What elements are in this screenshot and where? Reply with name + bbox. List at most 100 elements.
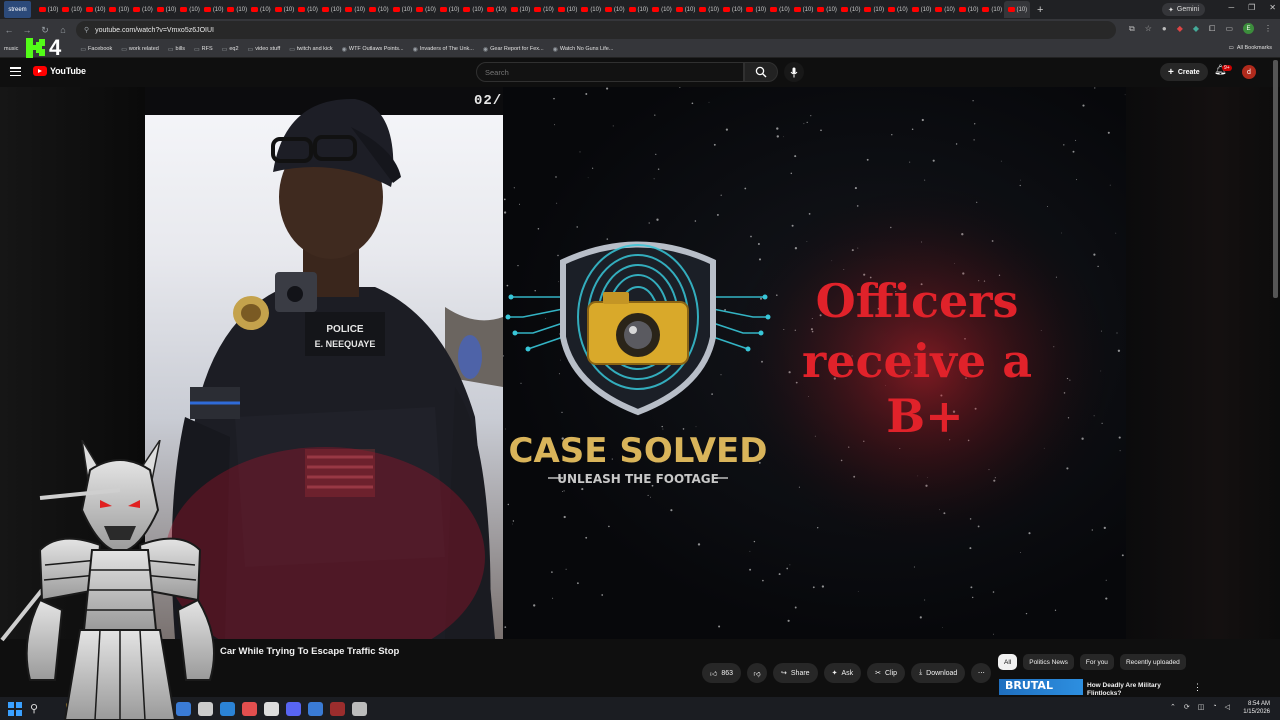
browser-tab[interactable]: (10) [415, 1, 438, 18]
browser-tab[interactable]: (10) [131, 1, 154, 18]
chip-for-you[interactable]: For you [1079, 654, 1114, 670]
browser-tab[interactable]: (10) [297, 1, 320, 18]
back-icon[interactable]: ← [0, 25, 18, 35]
browser-tab[interactable]: (10) [84, 1, 107, 18]
browser-tab[interactable]: (10) [792, 1, 815, 18]
browser-tab[interactable]: (10) [816, 1, 839, 18]
browser-tab[interactable]: (10) [532, 1, 555, 18]
close-window-icon[interactable]: ✕ [1269, 3, 1276, 12]
browser-tab[interactable]: (10) [650, 1, 673, 18]
taskbar-app-icon[interactable] [352, 701, 368, 716]
browser-tab-pinned[interactable]: streem [4, 1, 31, 18]
browser-tab[interactable]: (10) [768, 1, 791, 18]
browser-tab[interactable]: (10) [556, 1, 579, 18]
bookmark-item[interactable]: ▭ video stuff [248, 46, 281, 53]
voice-search-button[interactable] [784, 62, 804, 82]
taskbar-app-icon[interactable] [242, 701, 258, 716]
bookmark-item[interactable]: ▭ eq2 [222, 46, 239, 53]
ask-button[interactable]: ✦ Ask [823, 663, 862, 683]
browser-tab[interactable]: (10) [37, 1, 60, 18]
bookmark-music[interactable]: music [4, 46, 18, 52]
bookmark-item[interactable]: ◉ WTF Outlaws Points... [342, 46, 404, 53]
taskbar-clock[interactable]: 8:54 AM 1/15/2026 [1243, 700, 1270, 716]
sync-icon[interactable]: ⟳ [1184, 703, 1190, 711]
browser-tab[interactable]: (10) [61, 1, 84, 18]
extension-icon[interactable]: ◆ [1177, 24, 1183, 33]
browser-tab[interactable]: (10) [580, 1, 603, 18]
browser-tab[interactable]: (10) [863, 1, 886, 18]
more-vertical-icon[interactable]: ⋮ [1193, 682, 1202, 693]
youtube-logo[interactable]: YouTube [33, 66, 86, 76]
taskbar-app-icon[interactable] [308, 701, 324, 716]
gemini-button[interactable]: ✦ Gemini [1162, 3, 1206, 16]
page-scrollbar[interactable] [1273, 60, 1278, 298]
dislike-button[interactable]: 👎︎ [747, 663, 768, 683]
bookmark-item[interactable]: ▭ bills [168, 46, 185, 53]
create-button[interactable]: + Create [1160, 63, 1208, 81]
minimize-icon[interactable]: ─ [1228, 3, 1234, 12]
chip-recently-uploaded[interactable]: Recently uploaded [1119, 654, 1186, 670]
browser-tab[interactable]: (10) [367, 1, 390, 18]
bookmark-item[interactable]: ▭ RFS [194, 46, 213, 53]
taskbar-app-icon[interactable] [330, 701, 346, 716]
browser-tab[interactable]: (10) [273, 1, 296, 18]
menu-dots-icon[interactable]: ⋮ [1264, 24, 1272, 33]
browser-tab[interactable]: (10) [839, 1, 862, 18]
extension-icon[interactable]: ● [1162, 24, 1167, 33]
home-icon[interactable]: ⌂ [54, 25, 72, 35]
suggested-video-thumbnail[interactable]: BRUTAL [999, 679, 1083, 695]
volume-icon[interactable]: ◁ [1225, 703, 1230, 711]
address-bar[interactable]: ⚲ youtube.com/watch?v=Vmxo5z6JOIUI [76, 21, 1116, 39]
browser-tab[interactable]: (10) [485, 1, 508, 18]
bookmark-item[interactable]: ▭ Facebook [80, 46, 112, 53]
share-button[interactable]: ↪ Share [773, 663, 818, 683]
browser-tab[interactable]: (10) [249, 1, 272, 18]
browser-tab[interactable]: (10) [509, 1, 532, 18]
browser-tab[interactable]: (10) [344, 1, 367, 18]
browser-tab[interactable]: (10) [155, 1, 178, 18]
browser-tab[interactable]: (10) [320, 1, 343, 18]
suggested-video-title[interactable]: How Deadly Are Military Flintlocks? [1087, 682, 1187, 698]
clip-button[interactable]: ✂ Clip [867, 663, 906, 683]
chip-politics-news[interactable]: Politics News [1023, 654, 1074, 670]
profile-avatar[interactable]: E [1243, 23, 1254, 34]
browser-tab[interactable]: (10) [202, 1, 225, 18]
like-button[interactable]: 👍︎ 863 [702, 663, 742, 683]
bookmark-item[interactable]: ◉ Gear Report for Fex... [483, 46, 544, 53]
puzzle-icon[interactable]: ⧠ [1209, 24, 1215, 34]
bookmark-item[interactable]: ◉ Invaders of The Unk... [413, 46, 474, 53]
restore-icon[interactable]: ❐ [1248, 3, 1255, 12]
browser-tab[interactable]: (10) [391, 1, 414, 18]
new-tab-icon[interactable]: + [1037, 4, 1043, 16]
search-input[interactable] [476, 62, 744, 82]
taskbar-app-icon[interactable] [264, 701, 280, 716]
reload-icon[interactable]: ↻ [36, 25, 54, 36]
browser-tab[interactable]: (10) [438, 1, 461, 18]
install-icon[interactable]: ⧉ [1129, 24, 1135, 34]
side-panel-icon[interactable]: ▭ [1225, 24, 1233, 33]
menu-icon[interactable] [10, 67, 21, 76]
browser-tab[interactable]: (10) [462, 1, 485, 18]
bookmark-item[interactable]: ▭ twitch and kick [289, 46, 332, 53]
wifi-icon[interactable]: ◔ [1212, 703, 1216, 711]
search-button[interactable] [744, 62, 778, 82]
chip-all[interactable]: All [998, 654, 1018, 670]
bookmark-item[interactable]: ◉ Watch No Guns Life... [553, 46, 614, 53]
site-info-icon[interactable]: ⚲ [84, 26, 89, 34]
network-icon[interactable]: ◫ [1198, 703, 1205, 711]
taskbar-app-icon[interactable] [286, 701, 302, 716]
download-button[interactable]: ⤓ Download [911, 663, 966, 683]
browser-tab[interactable]: (10) [698, 1, 721, 18]
browser-tab[interactable]: (10) [721, 1, 744, 18]
browser-tab[interactable]: (10) [981, 1, 1004, 18]
browser-tab[interactable]: (10) [603, 1, 626, 18]
browser-tab[interactable]: (10) [108, 1, 131, 18]
account-avatar[interactable]: d [1242, 65, 1256, 79]
browser-tab[interactable]: (10) [957, 1, 980, 18]
browser-tab[interactable]: (10) [627, 1, 650, 18]
browser-tab[interactable]: (10) [745, 1, 768, 18]
browser-tab[interactable]: (10) [179, 1, 202, 18]
browser-tab[interactable]: (10) [674, 1, 697, 18]
more-actions-button[interactable]: ⋯ [971, 663, 992, 683]
browser-tab[interactable]: (10) [934, 1, 957, 18]
